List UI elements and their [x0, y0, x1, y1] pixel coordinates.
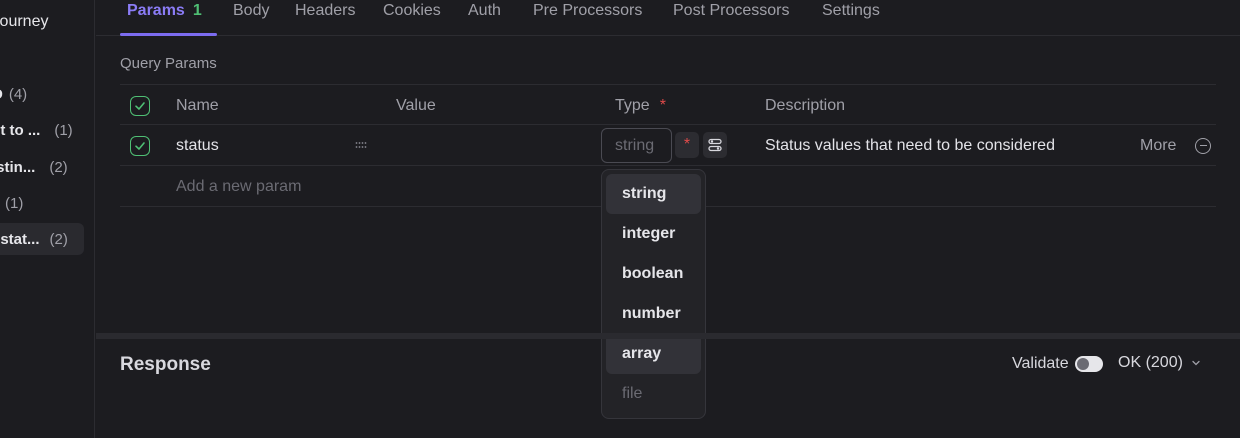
param-name-field[interactable]: status	[176, 125, 219, 166]
column-header-description: Description	[765, 96, 846, 114]
param-value-field[interactable]	[396, 125, 586, 166]
row-enable-checkbox[interactable]	[130, 125, 150, 166]
tab-headers[interactable]: Headers	[295, 0, 355, 36]
table-row: status string * Status values that need …	[120, 125, 1216, 166]
param-description-field[interactable]: Status values that need to be considered	[765, 125, 1055, 166]
panel-divider[interactable]	[96, 333, 1240, 339]
validate-label: Validate	[1012, 355, 1069, 372]
active-tab-indicator	[120, 33, 217, 36]
type-option-boolean[interactable]: boolean	[606, 254, 701, 294]
minus-circle-icon	[1195, 137, 1211, 154]
chevron-down-icon	[1192, 360, 1200, 366]
remove-param-button[interactable]	[1195, 125, 1211, 166]
type-option-array[interactable]: array	[606, 334, 701, 374]
tab-body[interactable]: Body	[233, 0, 269, 36]
tab-post-processors[interactable]: Post Processors	[673, 0, 789, 36]
sidebar-item-count: (2)	[49, 158, 68, 176]
validate-toggle[interactable]	[1074, 356, 1103, 372]
sidebar-title: journey	[0, 13, 49, 30]
validate-control[interactable]: Validate	[1012, 355, 1103, 373]
tab-settings[interactable]: Settings	[822, 0, 880, 36]
tab-label: Params	[127, 2, 185, 19]
required-toggle-button[interactable]: *	[675, 132, 699, 158]
sidebar: journey D (4) et to ... (1) istin... (2)…	[0, 0, 95, 438]
column-header-value: Value	[396, 96, 436, 114]
check-icon	[130, 135, 150, 156]
tab-count-badge: 1	[192, 2, 202, 19]
column-header-type-label: Type	[615, 96, 650, 114]
sidebar-item[interactable]: et to ... (1)	[0, 114, 84, 146]
type-option-string[interactable]: string	[606, 174, 701, 214]
sliders-icon	[708, 138, 722, 152]
sidebar-item-count: (1)	[54, 121, 73, 139]
type-option-number[interactable]: number	[606, 294, 701, 334]
sidebar-item[interactable]: istin... (2)	[0, 151, 84, 183]
response-status-select[interactable]: OK (200)	[1118, 354, 1201, 372]
drag-handle-icon[interactable]	[355, 139, 367, 151]
tab-pre-processors[interactable]: Pre Processors	[533, 0, 642, 36]
request-tabs: Params 1 Body Headers Cookies Auth Pre P…	[96, 0, 1240, 36]
sidebar-item-count: (1)	[5, 194, 24, 212]
sidebar-item-active[interactable]: / stat... (2)	[0, 223, 84, 255]
column-header-name: Name	[176, 96, 219, 114]
type-dropdown-menu: string integer boolean number array file	[601, 169, 706, 419]
tab-params[interactable]: Params 1	[127, 0, 202, 36]
type-option-file[interactable]: file	[606, 374, 701, 414]
table-header-row: Name Value Type * Description	[120, 84, 1216, 125]
sidebar-item-label: / stat...	[0, 230, 40, 248]
type-select-input[interactable]: string	[601, 128, 672, 163]
sidebar-item-label: et to ...	[0, 121, 41, 139]
column-header-type: Type *	[615, 85, 666, 126]
check-icon	[130, 95, 150, 116]
required-asterisk: *	[659, 96, 666, 114]
select-all-checkbox[interactable]	[130, 85, 150, 126]
sidebar-item-count: (4)	[8, 85, 28, 103]
sidebar-item[interactable]: D (4)	[0, 78, 84, 110]
sidebar-item-count: (2)	[49, 230, 68, 248]
response-status-value: OK (200)	[1118, 354, 1183, 371]
options-button[interactable]	[703, 132, 727, 158]
sidebar-item[interactable]: (1)	[0, 187, 84, 219]
tab-auth[interactable]: Auth	[468, 0, 501, 36]
app-window: journey D (4) et to ... (1) istin... (2)…	[0, 0, 1240, 438]
sidebar-item-label: istin...	[0, 158, 36, 176]
type-option-integer[interactable]: integer	[606, 214, 701, 254]
more-button[interactable]: More	[1140, 125, 1176, 166]
add-param-input[interactable]: Add a new param	[176, 166, 301, 207]
sidebar-item-label: D	[0, 86, 3, 103]
query-params-label: Query Params	[120, 55, 217, 72]
response-title: Response	[120, 354, 211, 375]
tab-cookies[interactable]: Cookies	[383, 0, 441, 36]
main-panel: Params 1 Body Headers Cookies Auth Pre P…	[96, 0, 1240, 438]
